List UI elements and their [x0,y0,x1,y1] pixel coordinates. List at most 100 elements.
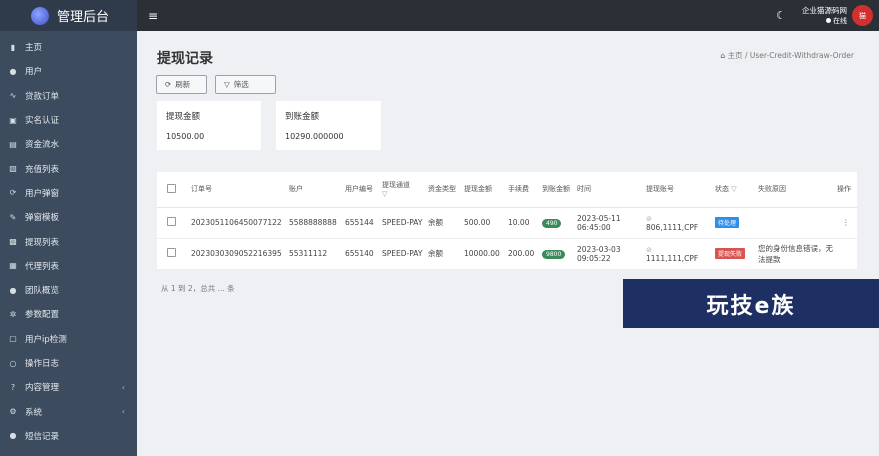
row-checkbox[interactable] [167,217,176,226]
row-actions-icon[interactable]: ⋮ [835,207,857,239]
col-status[interactable]: 状态 ▽ [713,172,756,208]
sidebar-item-content[interactable]: ? 内容管理 ‹ [0,375,137,399]
topbar-right: ☾ 企业猫源码网 在线 猫 [776,0,873,31]
cogs-icon: ✲ [9,309,17,319]
wave-icon: ∿ [9,91,17,101]
breadcrumb-home[interactable]: 主页 [728,51,743,60]
avatar[interactable]: 猫 [852,5,873,26]
sidebar-item-label: 参数配置 [25,310,60,321]
cell-fee: 10.00 [506,207,540,239]
user-info[interactable]: 企业猫源码网 在线 [802,6,847,26]
col-account[interactable]: 账户 [287,172,343,208]
sidebar-item-recharge-list[interactable]: ▧ 充值列表 [0,156,137,180]
cell-channel: SPEED-PAY [380,207,426,239]
link-icon[interactable]: ⊘ [646,215,652,223]
cell-account: 5588888888 [287,207,343,239]
sidebar-item-operation-log[interactable]: ○ 操作日志 [0,351,137,375]
stat-withdraw-amount: 提现金额 10500.00 [157,101,261,150]
select-all-checkbox[interactable] [167,183,176,193]
sidebar-item-label: 用户ip检测 [25,334,67,345]
menu-toggle-icon[interactable]: ≡ [148,9,158,23]
filter-icon[interactable]: ▽ [382,190,387,198]
watermark-banner: 玩技e族 [623,279,879,328]
cell-fund-type: 余额 [426,238,462,270]
sidebar-item-label: 操作日志 [25,359,60,369]
chevron-left-icon: ‹ [121,382,125,392]
sidebar-item-label: 充值列表 [25,164,60,175]
sidebar-item-user-popup[interactable]: ⟳ 用户弹窗 [0,181,137,205]
col-channel[interactable]: 提现通道 ▽ [380,172,426,208]
pagination-info: 从 1 到 2，总共 ... 条 [161,284,235,293]
sidebar-item-label: 资金流水 [25,140,60,151]
row-checkbox[interactable] [167,248,176,257]
cell-order-no: 2023030309052216395 [189,238,287,270]
sidebar-item-users[interactable]: ● 用户 [0,59,137,83]
sidebar-item-label: 内容管理 [25,383,60,394]
sidebar-item-fund-flow[interactable]: ▤ 资金流水 [0,132,137,156]
cell-reason [756,207,835,239]
cell-amount: 10000.00 [462,238,506,270]
stat-value: 10500.00 [166,132,205,141]
cell-fund-type: 余额 [426,207,462,239]
moon-icon[interactable]: ☾ [776,9,786,22]
sidebar-item-loan-orders[interactable]: ∿ 贷款订单 [0,84,137,108]
col-amount[interactable]: 提现金额 [462,172,506,208]
cell-status: 提现失败 [713,238,756,270]
filter-button[interactable]: ▽ 筛选 [215,75,276,94]
col-received[interactable]: 到账金额 [540,172,575,208]
col-time[interactable]: 时间 [575,172,644,208]
sidebar-item-label: 系统 [25,407,43,418]
breadcrumb-separator: / [744,51,748,60]
cell-time: 2023-03-03 09:05:22 [575,238,644,270]
user-icon: ● [9,66,17,76]
sidebar-item-popup-template[interactable]: ✎ 弹窗模板 [0,205,137,229]
col-fee[interactable]: 手续费 [506,172,540,208]
filter-label: 筛选 [233,80,249,89]
sidebar-item-label: 弹窗模板 [25,213,60,224]
sidebar-item-verification[interactable]: ▣ 实名认证 [0,108,137,132]
cell-received: 9800 [540,238,575,270]
col-reason[interactable]: 失败原因 [756,172,835,208]
sidebar-item-label: 用户 [25,67,43,78]
sidebar-item-label: 用户弹窗 [25,188,60,199]
sidebar-item-home[interactable]: ▮ 主页 [0,35,137,59]
sidebar-item-team-overview[interactable]: ● 团队概览 [0,278,137,302]
sidebar-item-ip-check[interactable]: ▢ 用户ip检测 [0,327,137,351]
col-fund-type[interactable]: 资金类型 [426,172,462,208]
stat-value: 10290.000000 [285,132,344,141]
sidebar-menu: ▮ 主页 ● 用户 ∿ 贷款订单 ▣ 实名认证 ▤ 资金流水 ▧ 充值列表 ⟳ 用户弹窗 ✎ 弹… [0,31,137,448]
stat-label: 到账金额 [285,112,320,122]
question-icon: ? [10,382,16,392]
sidebar-item-system[interactable]: ⚙ 系统 ‹ [0,399,137,423]
cell-reason: 您的身份信息错误，无法提款 [756,238,835,270]
refresh-button[interactable]: ⟳ 刷新 [156,75,207,94]
col-order-no[interactable]: 订单号 [189,172,287,208]
withdraw-account-text: 806,1111,CPF [646,222,699,232]
link-icon[interactable]: ⊘ [646,246,652,254]
table-row[interactable]: 2023051106450077122 5588888888 655144 SP… [157,207,857,239]
user-name: 企业猫源码网 [802,5,847,15]
filter-icon[interactable]: ▽ [731,185,736,193]
col-withdraw-account[interactable]: 提现账号 [644,172,713,208]
col-status-label: 状态 [715,185,729,194]
brand[interactable]: 管理后台 [0,0,137,31]
chat-icon: ● [9,431,17,441]
cell-actions [835,238,857,270]
page-title: 提现记录 [157,51,213,67]
table-row[interactable]: 2023030309052216395 55311112 655140 SPEE… [157,238,857,270]
chevron-left-icon: ‹ [121,407,125,417]
topbar: ≡ ☾ 企业猫源码网 在线 猫 [137,0,879,31]
sidebar-item-label: 代理列表 [25,261,60,272]
sidebar-item-sms-log[interactable]: ● 短信记录 [0,424,137,448]
col-user-no[interactable]: 用户编号 [343,172,380,208]
sidebar-item-params[interactable]: ✲ 参数配置 [0,302,137,326]
home-icon: ⌂ [720,51,726,60]
gear-icon: ⚙ [9,407,17,417]
cell-fee: 200.00 [506,238,540,270]
sidebar-item-agent-list[interactable]: ▦ 代理列表 [0,254,137,278]
sidebar-item-withdraw-list[interactable]: ▩ 提现列表 [0,229,137,253]
cell-user-no: 655144 [343,207,380,239]
status-badge: 提现失败 [715,248,746,259]
breadcrumb-current: User-Credit-Withdraw-Order [749,51,854,60]
sidebar-item-label: 主页 [25,43,43,54]
